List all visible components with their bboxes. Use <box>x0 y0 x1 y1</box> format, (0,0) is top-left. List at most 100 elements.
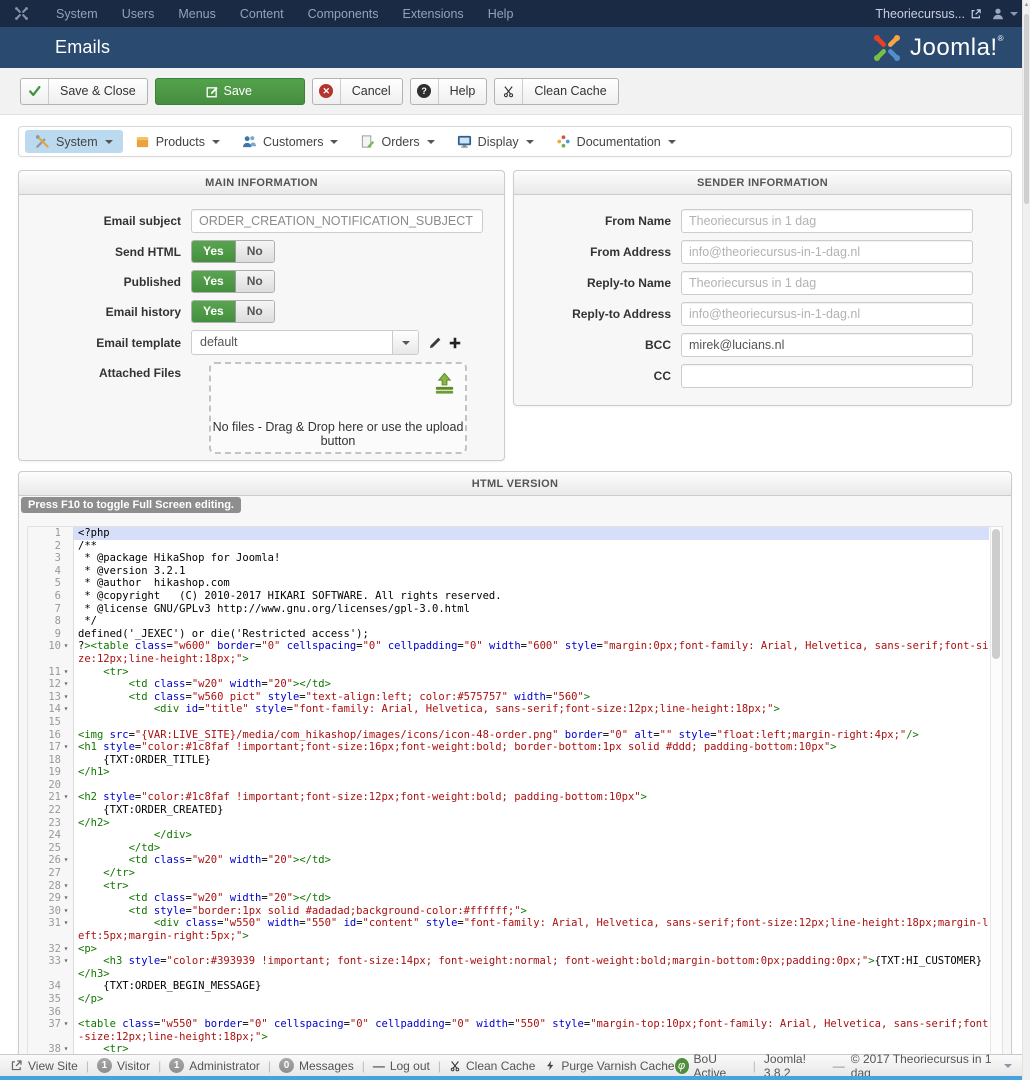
messages-status[interactable]: 0 Messages <box>279 1058 354 1073</box>
email-history-yes[interactable]: Yes <box>192 301 236 322</box>
code-editor[interactable]: 1<?php2/**3 * @package HikaShop for Joom… <box>27 526 1003 1070</box>
save-button[interactable]: Save <box>155 78 305 105</box>
fold-arrow-icon[interactable]: ▾ <box>61 1018 71 1031</box>
menu-components[interactable]: Components <box>296 7 391 21</box>
fold-arrow-icon[interactable]: ▾ <box>61 703 71 716</box>
menu-system[interactable]: System <box>44 7 110 21</box>
code-line[interactable]: 25 </td> <box>28 842 989 855</box>
cc-input[interactable] <box>681 364 973 388</box>
logout-link[interactable]: — Log out <box>373 1059 430 1073</box>
purge-varnish-link[interactable]: Purge Varnish Cache <box>545 1059 674 1073</box>
code-line[interactable]: 8 */ <box>28 615 989 628</box>
hikashop-menu-system[interactable]: System <box>25 130 123 153</box>
edit-template-icon[interactable] <box>428 335 443 350</box>
code-line[interactable]: 19</h1> <box>28 766 989 779</box>
email-template-select[interactable]: default <box>191 330 419 355</box>
fold-arrow-icon[interactable]: ▾ <box>61 917 71 930</box>
code-line[interactable]: 33▾ <h3 style="color:#393939 !important;… <box>28 955 989 980</box>
hikashop-menu-display[interactable]: Display <box>447 130 544 153</box>
code-line[interactable]: 21▾<h2 style="color:#1c8faf !important;f… <box>28 791 989 804</box>
code-line[interactable]: 24 </div> <box>28 829 989 842</box>
menu-menus[interactable]: Menus <box>166 7 228 21</box>
code-line[interactable]: 15 <box>28 716 989 729</box>
add-template-icon[interactable] <box>448 336 462 350</box>
code-line[interactable]: 5 * @author hikashop.com <box>28 577 989 590</box>
code-line[interactable]: 34 {TXT:ORDER_BEGIN_MESSAGE} <box>28 980 989 993</box>
fold-arrow-icon[interactable]: ▾ <box>61 791 71 804</box>
editor-scrollbar[interactable] <box>990 527 1002 1069</box>
help-button[interactable]: ? Help <box>410 78 488 105</box>
published-no[interactable]: No <box>236 271 274 292</box>
menu-users[interactable]: Users <box>110 7 167 21</box>
code-line[interactable]: 18 {TXT:ORDER_TITLE} <box>28 754 989 767</box>
hikashop-menu-customers[interactable]: Customers <box>232 130 348 153</box>
from-address-input[interactable] <box>681 240 973 264</box>
fold-arrow-icon[interactable]: ▾ <box>61 854 71 867</box>
from-name-input[interactable] <box>681 209 973 233</box>
user-menu[interactable] <box>991 7 1018 21</box>
code-line[interactable]: 1<?php <box>28 527 989 540</box>
upload-icon[interactable] <box>432 371 457 401</box>
window-scrollbar-thumb[interactable] <box>1024 14 1029 204</box>
joomla-brand-icon[interactable] <box>12 6 30 21</box>
hikashop-menu-orders[interactable]: Orders <box>350 130 444 153</box>
send-html-no[interactable]: No <box>236 241 274 262</box>
fold-arrow-icon[interactable]: ▾ <box>61 640 71 653</box>
fold-arrow-icon[interactable]: ▾ <box>61 892 71 905</box>
cancel-button[interactable]: ✕ Cancel <box>312 78 403 105</box>
code-line[interactable]: 30▾ <td style="border:1px solid #adadad;… <box>28 905 989 918</box>
code-line[interactable]: 23</h2> <box>28 817 989 830</box>
code-line[interactable]: 7 * @license GNU/GPLv3 http://www.gnu.or… <box>28 603 989 616</box>
fold-arrow-icon[interactable]: ▾ <box>61 905 71 918</box>
save-close-button[interactable]: Save & Close <box>20 78 148 105</box>
code-line[interactable]: 26▾ <td class="w20" width="20"></td> <box>28 854 989 867</box>
collapse-caret-icon[interactable] <box>1004 1064 1012 1068</box>
code-line[interactable]: 11▾ <tr> <box>28 666 989 679</box>
code-line[interactable]: 14▾ <div id="title" style="font-family: … <box>28 703 989 716</box>
code-line[interactable]: 2/** <box>28 540 989 553</box>
published-yes[interactable]: Yes <box>192 271 236 292</box>
fold-arrow-icon[interactable]: ▾ <box>61 741 71 754</box>
fold-arrow-icon[interactable]: ▾ <box>61 691 71 704</box>
hikashop-menu-products[interactable]: Products <box>125 130 230 153</box>
scroll-up-arrow-icon[interactable]: ▲ <box>1023 2 1030 8</box>
code-line[interactable]: 28▾ <tr> <box>28 880 989 893</box>
clean-cache-link[interactable]: Clean Cache <box>449 1059 535 1073</box>
hikashop-menu-documentation[interactable]: Documentation <box>546 130 686 153</box>
code-line[interactable]: 29▾ <td class="w20" width="20"></td> <box>28 892 989 905</box>
select-caret[interactable] <box>392 331 418 354</box>
fold-arrow-icon[interactable]: ▾ <box>61 880 71 893</box>
code-line[interactable]: 3 * @package HikaShop for Joomla! <box>28 552 989 565</box>
code-line[interactable]: 12▾ <td class="w20" width="20"></td> <box>28 678 989 691</box>
code-line[interactable]: 27 </tr> <box>28 867 989 880</box>
fold-arrow-icon[interactable]: ▾ <box>61 678 71 691</box>
file-dropzone[interactable]: No files - Drag & Drop here or use the u… <box>209 362 467 454</box>
code-line[interactable]: 31▾ <div class="w550" width="550" id="co… <box>28 917 989 942</box>
code-line[interactable]: 10▾?><table class="w600" border="0" cell… <box>28 640 989 665</box>
menu-content[interactable]: Content <box>228 7 296 21</box>
site-link[interactable]: Theoriecursus... <box>875 7 982 21</box>
clean-cache-button[interactable]: Clean Cache <box>494 78 618 105</box>
code-line[interactable]: 13▾ <td class="w560 pict" style="text-al… <box>28 691 989 704</box>
code-line[interactable]: 4 * @version 3.2.1 <box>28 565 989 578</box>
email-subject-input[interactable] <box>191 209 483 233</box>
fold-arrow-icon[interactable]: ▾ <box>61 955 71 968</box>
code-line[interactable]: 6 * @copyright (C) 2010-2017 HIKARI SOFT… <box>28 590 989 603</box>
code-line[interactable]: 9defined('_JEXEC') or die('Restricted ac… <box>28 628 989 641</box>
window-scrollbar[interactable]: ▲ <box>1022 0 1030 1080</box>
reply-to-address-input[interactable] <box>681 302 973 326</box>
code-line[interactable]: 36 <box>28 1006 989 1019</box>
code-line[interactable]: 37▾<table class="w550" border="0" cellsp… <box>28 1018 989 1043</box>
code-line[interactable]: 17▾<h1 style="color:#1c8faf !important;f… <box>28 741 989 754</box>
view-site-link[interactable]: View Site <box>10 1059 78 1073</box>
menu-help[interactable]: Help <box>476 7 526 21</box>
send-html-yes[interactable]: Yes <box>192 241 236 262</box>
email-history-no[interactable]: No <box>236 301 274 322</box>
editor-scrollbar-thumb[interactable] <box>992 529 1000 659</box>
code-line[interactable]: 22 {TXT:ORDER_CREATED} <box>28 804 989 817</box>
code-line[interactable]: 32▾<p> <box>28 943 989 956</box>
bcc-input[interactable] <box>681 333 973 357</box>
code-line[interactable]: 16<img src="{VAR:LIVE_SITE}/media/com_hi… <box>28 729 989 742</box>
reply-to-name-input[interactable] <box>681 271 973 295</box>
menu-extensions[interactable]: Extensions <box>391 7 476 21</box>
